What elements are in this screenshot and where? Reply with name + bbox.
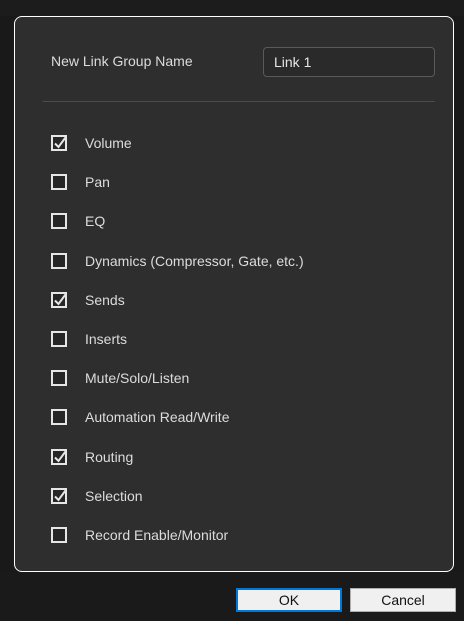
option-label: EQ	[85, 213, 106, 230]
option-row[interactable]: EQ	[51, 211, 105, 231]
option-row[interactable]: Routing	[51, 447, 133, 467]
option-label: Dynamics (Compressor, Gate, etc.)	[85, 252, 304, 269]
button-bar: OK Cancel	[0, 572, 464, 621]
option-label: Routing	[85, 448, 134, 465]
group-name-input[interactable]	[263, 47, 435, 77]
checkbox[interactable]	[51, 409, 67, 426]
options-panel: New Link Group Name Volume Pan EQ Dynamics …	[14, 16, 454, 572]
option-label: Selection	[85, 487, 143, 504]
ok-button[interactable]: OK	[236, 588, 342, 612]
checkbox[interactable]	[51, 448, 67, 465]
option-label: Inserts	[85, 331, 128, 347]
option-label: Sends	[85, 291, 125, 308]
checkmark-icon	[54, 136, 67, 149]
checkbox[interactable]	[51, 370, 67, 387]
checkmark-icon	[54, 293, 67, 306]
option-label: Volume	[85, 135, 132, 151]
option-label: Automation Read/Write	[85, 409, 230, 426]
checkbox[interactable]	[51, 135, 67, 151]
option-row[interactable]: Automation Read/Write	[51, 407, 229, 427]
option-row[interactable]: Record Enable/Monitor	[51, 525, 228, 545]
option-row[interactable]: Pan	[51, 172, 110, 192]
checkbox[interactable]	[51, 174, 67, 191]
checkmark-icon	[54, 489, 67, 502]
divider	[43, 101, 435, 102]
checkbox[interactable]	[51, 487, 67, 504]
cancel-button[interactable]: Cancel	[350, 588, 456, 612]
option-row[interactable]: Dynamics (Compressor, Gate, etc.)	[51, 251, 304, 271]
checkbox[interactable]	[51, 331, 67, 347]
option-label: Pan	[85, 174, 110, 191]
checkbox[interactable]	[51, 252, 67, 269]
title-area	[0, 0, 464, 16]
option-label: Mute/Solo/Listen	[85, 370, 190, 387]
checkbox[interactable]	[51, 527, 67, 543]
option-row[interactable]: Volume	[51, 133, 132, 153]
option-row[interactable]: Sends	[51, 290, 125, 310]
checkmark-icon	[54, 450, 67, 463]
link-group-dialog: New Link Group Name Volume Pan EQ Dynamics …	[0, 0, 464, 621]
option-row[interactable]: Mute/Solo/Listen	[51, 368, 189, 388]
checkbox[interactable]	[51, 291, 67, 308]
option-row[interactable]: Selection	[51, 486, 143, 506]
option-row[interactable]: Inserts	[51, 329, 127, 349]
group-name-label: New Link Group Name	[51, 53, 193, 69]
option-label: Record Enable/Monitor	[85, 527, 229, 543]
checkbox[interactable]	[51, 213, 67, 230]
